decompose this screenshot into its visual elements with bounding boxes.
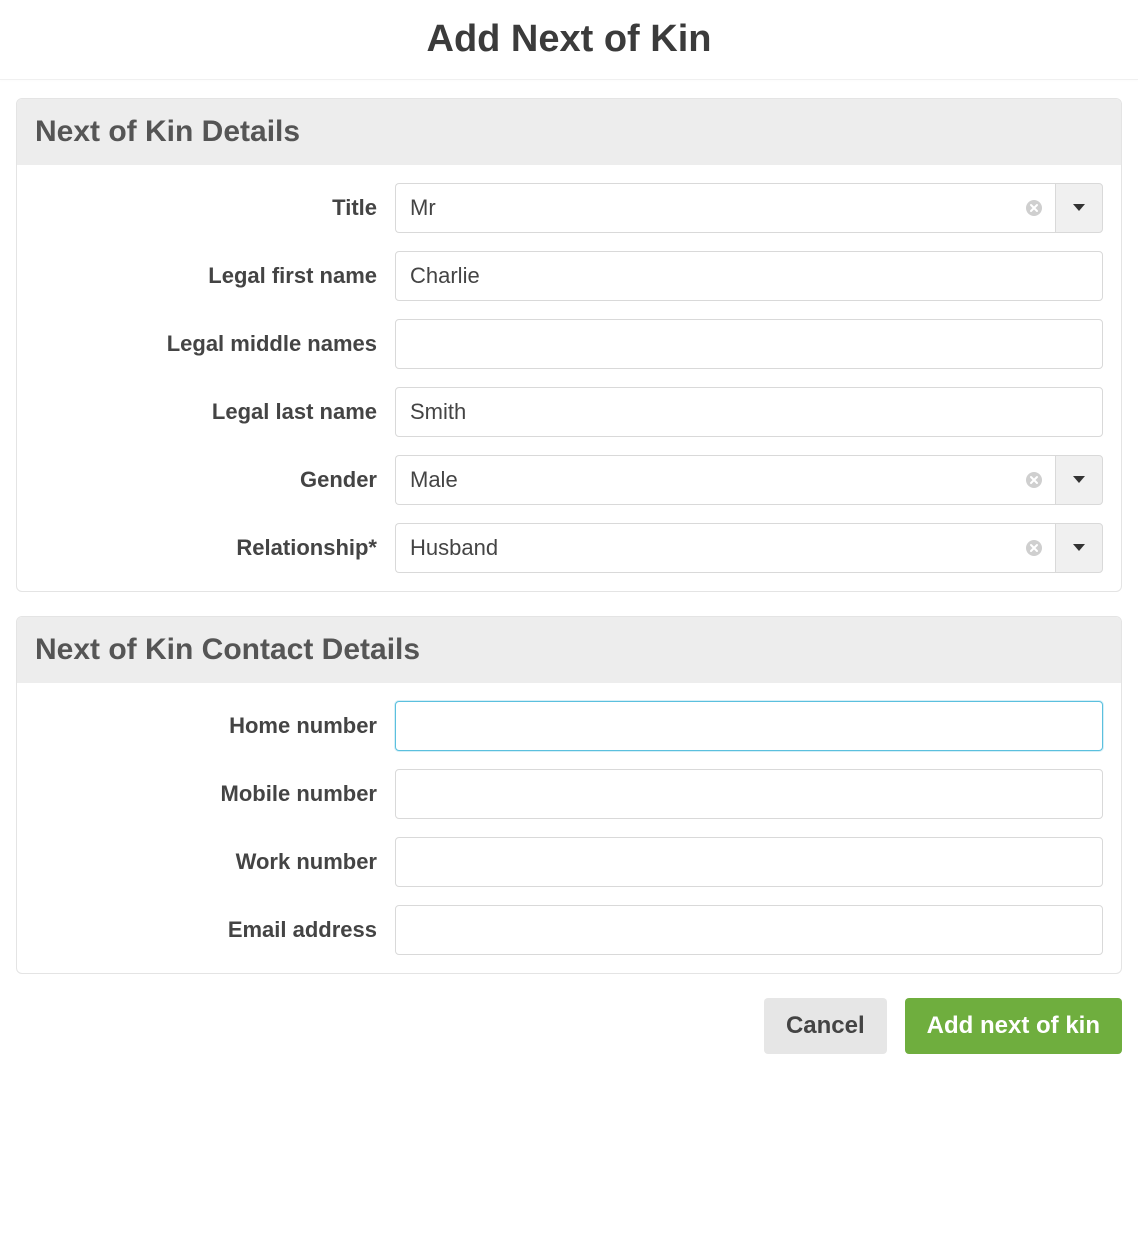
last-name-input[interactable]: [395, 387, 1103, 437]
title-value: Mr: [410, 195, 1023, 221]
work-number-input[interactable]: [395, 837, 1103, 887]
clear-icon[interactable]: [1023, 537, 1045, 559]
email-input[interactable]: [395, 905, 1103, 955]
gender-row: Gender Male: [35, 455, 1103, 505]
relationship-row: Relationship* Husband: [35, 523, 1103, 573]
page-title: Add Next of Kin: [0, 18, 1138, 61]
mobile-number-input[interactable]: [395, 769, 1103, 819]
home-number-label: Home number: [35, 713, 395, 739]
gender-combobox[interactable]: Male: [395, 455, 1103, 505]
middle-names-label: Legal middle names: [35, 331, 395, 357]
clear-icon[interactable]: [1023, 197, 1045, 219]
contact-panel: Next of Kin Contact Details Home number …: [16, 616, 1122, 974]
gender-label: Gender: [35, 467, 395, 493]
divider: [0, 79, 1138, 80]
first-name-row: Legal first name: [35, 251, 1103, 301]
mobile-number-row: Mobile number: [35, 769, 1103, 819]
last-name-label: Legal last name: [35, 399, 395, 425]
contact-panel-heading: Next of Kin Contact Details: [17, 617, 1121, 683]
gender-value: Male: [410, 467, 1023, 493]
last-name-row: Legal last name: [35, 387, 1103, 437]
middle-names-row: Legal middle names: [35, 319, 1103, 369]
chevron-down-icon[interactable]: [1055, 455, 1103, 505]
home-number-input[interactable]: [395, 701, 1103, 751]
title-combobox[interactable]: Mr: [395, 183, 1103, 233]
chevron-down-icon[interactable]: [1055, 183, 1103, 233]
relationship-combobox[interactable]: Husband: [395, 523, 1103, 573]
email-label: Email address: [35, 917, 395, 943]
work-number-label: Work number: [35, 849, 395, 875]
title-row: Title Mr: [35, 183, 1103, 233]
details-panel: Next of Kin Details Title Mr: [16, 98, 1122, 592]
relationship-value: Husband: [410, 535, 1023, 561]
first-name-label: Legal first name: [35, 263, 395, 289]
title-label: Title: [35, 195, 395, 221]
home-number-row: Home number: [35, 701, 1103, 751]
chevron-down-icon[interactable]: [1055, 523, 1103, 573]
middle-names-input[interactable]: [395, 319, 1103, 369]
button-row: Cancel Add next of kin: [16, 998, 1122, 1054]
add-next-of-kin-button[interactable]: Add next of kin: [905, 998, 1122, 1054]
mobile-number-label: Mobile number: [35, 781, 395, 807]
clear-icon[interactable]: [1023, 469, 1045, 491]
relationship-label: Relationship*: [35, 535, 395, 561]
first-name-input[interactable]: [395, 251, 1103, 301]
details-panel-heading: Next of Kin Details: [17, 99, 1121, 165]
work-number-row: Work number: [35, 837, 1103, 887]
email-row: Email address: [35, 905, 1103, 955]
cancel-button[interactable]: Cancel: [764, 998, 887, 1054]
